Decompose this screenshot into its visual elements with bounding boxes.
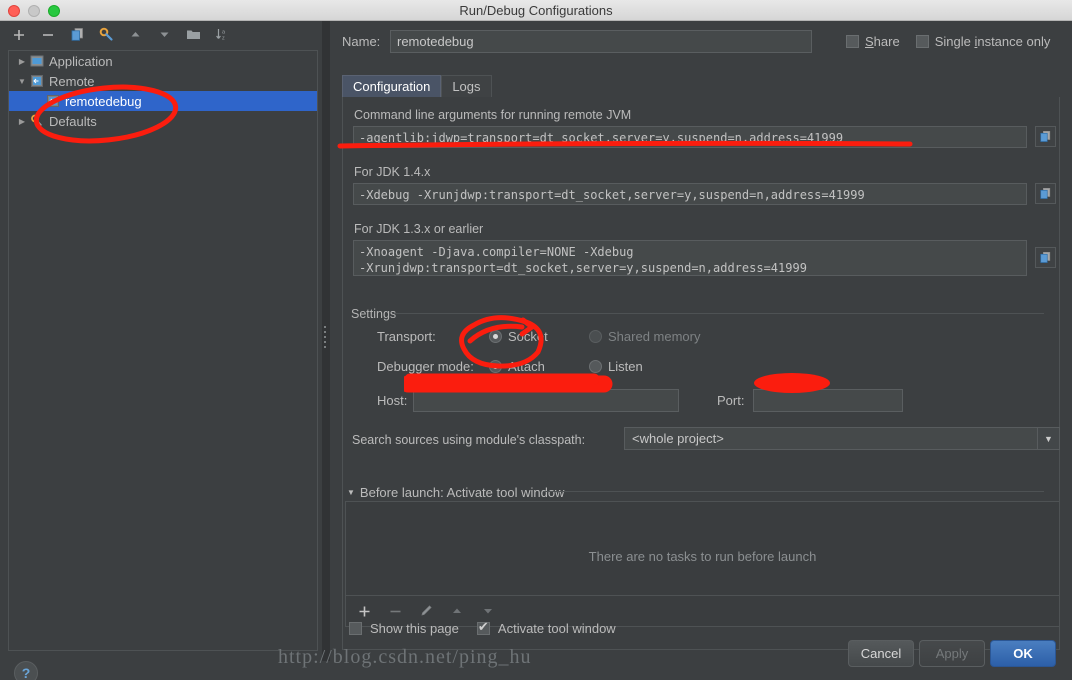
show-this-page-label: Show this page xyxy=(370,621,459,636)
tree-item-remote[interactable]: ▼ Remote xyxy=(9,71,317,91)
chevron-right-icon[interactable]: ▶ xyxy=(15,117,29,126)
chevron-down-icon[interactable]: ▼ xyxy=(1037,428,1059,449)
bottom-checkbox-row: Show this page Activate tool window xyxy=(349,619,616,636)
debugger-mode-attach-label: Attach xyxy=(508,359,545,374)
copy-configuration-icon[interactable] xyxy=(68,26,86,44)
transport-shared-memory-label: Shared memory xyxy=(608,329,701,344)
copy-to-clipboard-icon[interactable] xyxy=(1035,126,1056,147)
cancel-button[interactable]: Cancel xyxy=(848,640,914,667)
chevron-down-icon[interactable]: ▼ xyxy=(15,77,29,86)
debugger-mode-listen-radio[interactable] xyxy=(589,360,602,373)
panel-splitter[interactable] xyxy=(322,21,330,661)
classpath-dropdown[interactable]: <whole project> ▼ xyxy=(624,427,1060,450)
configuration-editor-panel: Name: remotedebug Share Single instance … xyxy=(330,21,1072,680)
activate-tool-window-checkbox[interactable] xyxy=(476,619,490,635)
tree-item-label: remotedebug xyxy=(65,93,142,109)
activate-tool-window-label: Activate tool window xyxy=(497,621,616,636)
debugger-mode-label: Debugger mode: xyxy=(377,359,474,374)
configurations-sidebar: a z ▶ Application ▼ Remote remotedebug ▶… xyxy=(0,21,326,680)
cmdline-label: Command line arguments for running remot… xyxy=(354,108,632,122)
share-checkbox[interactable] xyxy=(846,34,859,48)
host-label: Host: xyxy=(377,393,408,408)
before-launch-header[interactable]: ▼ Before launch: Activate tool window xyxy=(347,485,564,500)
tree-item-remotedebug[interactable]: ▶ remotedebug xyxy=(9,91,317,111)
debugger-mode-listen-label: Listen xyxy=(608,359,643,374)
settings-group-separator xyxy=(394,313,1044,314)
svg-text:z: z xyxy=(222,36,225,42)
copy-to-clipboard-icon[interactable] xyxy=(1035,247,1056,268)
name-row: Name: remotedebug Share Single instance … xyxy=(330,29,1072,53)
jdk14-readonly-field[interactable]: -Xdebug -Xrunjdwp:transport=dt_socket,se… xyxy=(353,183,1027,205)
apply-button[interactable]: Apply xyxy=(919,640,985,667)
tree-item-defaults[interactable]: ▶ Defaults xyxy=(9,111,317,131)
sidebar-toolbar: a z xyxy=(0,21,326,48)
folder-icon[interactable] xyxy=(184,26,202,44)
remote-icon xyxy=(45,93,61,109)
configurations-tree[interactable]: ▶ Application ▼ Remote remotedebug ▶ Def… xyxy=(8,50,318,651)
window-title: Run/Debug Configurations xyxy=(459,3,613,18)
remove-task-button[interactable] xyxy=(386,602,404,620)
settings-group-title: Settings xyxy=(351,307,397,321)
jdk14-label: For JDK 1.4.x xyxy=(354,165,431,179)
move-down-button[interactable] xyxy=(155,26,173,44)
single-instance-label: Single instance only xyxy=(934,33,1051,49)
tree-item-label: Application xyxy=(49,53,113,69)
help-button[interactable]: ? xyxy=(14,661,38,680)
window-titlebar: Run/Debug Configurations xyxy=(0,0,1072,21)
tab-logs[interactable]: Logs xyxy=(441,75,492,97)
tab-configuration[interactable]: Configuration xyxy=(342,75,442,97)
tree-item-application[interactable]: ▶ Application xyxy=(9,51,317,71)
transport-socket-radio[interactable] xyxy=(489,330,502,343)
tree-item-label: Defaults xyxy=(49,113,97,129)
host-port-row: Host: Port: xyxy=(377,389,903,412)
transport-socket-label: Socket xyxy=(508,329,548,344)
move-up-button[interactable] xyxy=(126,26,144,44)
edit-templates-wrench-icon[interactable] xyxy=(97,26,115,44)
transport-shared-memory-radio[interactable] xyxy=(589,330,602,343)
copy-to-clipboard-icon[interactable] xyxy=(1035,183,1056,204)
add-task-button[interactable] xyxy=(355,602,373,620)
port-input[interactable] xyxy=(753,389,903,412)
single-instance-checkbox[interactable] xyxy=(915,34,929,48)
pencil-icon[interactable] xyxy=(417,602,435,620)
before-launch-separator xyxy=(543,491,1044,492)
remove-configuration-button[interactable] xyxy=(39,26,57,44)
chevron-down-icon[interactable]: ▼ xyxy=(347,488,355,497)
editor-tabs: Configuration Logs xyxy=(342,75,492,97)
tree-item-label: Remote xyxy=(49,73,95,89)
before-launch-task-list[interactable]: There are no tasks to run before launch xyxy=(345,501,1060,627)
jdk13-readonly-field[interactable]: -Xnoagent -Djava.compiler=NONE -Xdebug -… xyxy=(353,240,1027,276)
move-task-down-button[interactable] xyxy=(479,602,497,620)
defaults-icon xyxy=(29,113,45,129)
debugger-mode-attach-radio[interactable] xyxy=(489,360,502,373)
ok-button[interactable]: OK xyxy=(990,640,1056,667)
cmdline-readonly-field[interactable]: -agentlib:jdwp=transport=dt_socket,serve… xyxy=(353,126,1027,148)
host-input[interactable] xyxy=(413,389,679,412)
debugger-mode-row: Debugger mode: Attach Listen xyxy=(377,359,643,374)
classpath-label: Search sources using module's classpath: xyxy=(352,433,586,447)
application-icon xyxy=(29,53,45,69)
transport-row: Transport: Socket Shared memory xyxy=(377,329,700,344)
name-label: Name: xyxy=(342,33,381,49)
add-configuration-button[interactable] xyxy=(10,26,28,44)
remote-icon xyxy=(29,73,45,89)
port-label: Port: xyxy=(717,393,745,408)
move-task-up-button[interactable] xyxy=(448,602,466,620)
before-launch-empty-text: There are no tasks to run before launch xyxy=(588,549,817,564)
jdk13-label: For JDK 1.3.x or earlier xyxy=(354,222,484,236)
splitter-grip[interactable] xyxy=(324,323,328,357)
before-launch-title: Before launch: Activate tool window xyxy=(359,485,565,500)
transport-label: Transport: xyxy=(377,329,436,344)
show-this-page-checkbox[interactable] xyxy=(349,622,362,635)
sort-az-icon[interactable]: a z xyxy=(213,26,231,44)
run-debug-configurations-window: Run/Debug Configurations a z ▶ Applicati… xyxy=(0,0,1072,680)
chevron-right-icon[interactable]: ▶ xyxy=(15,57,29,66)
classpath-selected-value: <whole project> xyxy=(632,431,724,446)
configuration-tab-content: Command line arguments for running remot… xyxy=(342,97,1060,650)
name-input[interactable]: remotedebug xyxy=(390,29,812,53)
share-label: Share xyxy=(865,33,900,49)
